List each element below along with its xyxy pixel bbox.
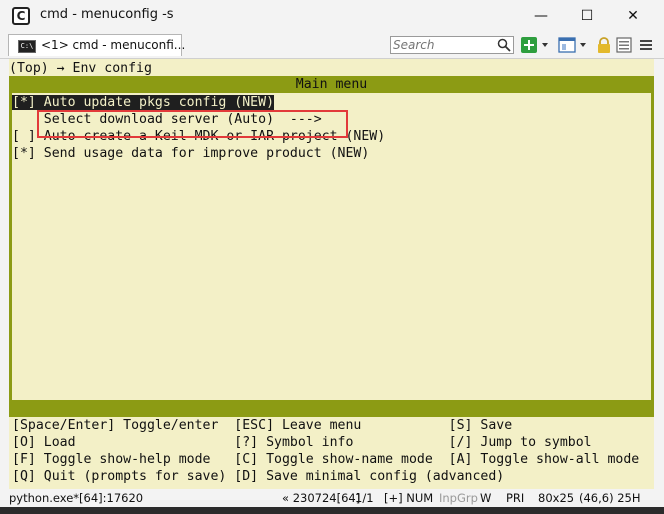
chevron-down-icon[interactable] (540, 36, 550, 54)
chevron-down-icon[interactable] (578, 36, 588, 54)
selected-item-text: [*] Auto update pkgs config (NEW) (12, 95, 275, 110)
menu-item-usage-data[interactable]: [*] Send usage data for improve product … (12, 145, 654, 162)
window-title: cmd - menuconfig -s (40, 7, 174, 22)
status-bar: python.exe*[64]:17620 « 230724[64] 1/1 [… (0, 489, 664, 507)
search-box[interactable] (390, 36, 514, 54)
maximize-button[interactable]: ☐ (564, 0, 610, 32)
tab-label: <1> cmd - menuconfi... (41, 38, 186, 52)
highlight-annotation-box (37, 110, 348, 138)
close-button[interactable]: ✕ (610, 0, 656, 32)
status-process[interactable]: python.exe*[64]:17620 (9, 491, 143, 505)
title-bar: C cmd - menuconfig -s — ☐ ✕ (0, 0, 664, 32)
status-w: W (480, 491, 492, 505)
status-inpgrp: InpGrp (439, 491, 478, 505)
search-input[interactable] (393, 37, 493, 53)
menu-item-auto-update[interactable]: [*] Auto update pkgs config (NEW) (12, 94, 654, 111)
status-pri: PRI (506, 491, 525, 505)
background-window-edge (0, 507, 664, 514)
tab-cmd-menuconfig[interactable]: C:\ <1> cmd - menuconfi... (8, 34, 186, 56)
status-cursor-pos: (46,6) 25H (579, 491, 641, 505)
status-page: 1/1 (355, 491, 374, 505)
lock-icon[interactable] (595, 36, 613, 54)
minimize-button[interactable]: — (518, 0, 564, 32)
split-view-icon[interactable] (558, 36, 576, 54)
console-icon: C:\ (18, 40, 36, 53)
conemu-app-icon[interactable]: C (12, 7, 30, 25)
help-line-4: [Q] Quit (prompts for save) [D] Save min… (12, 469, 505, 484)
tab-toolbar: C:\ <1> cmd - menuconfi... (0, 32, 664, 59)
status-size: 80x25 (538, 491, 575, 505)
search-icon[interactable] (497, 38, 511, 52)
settings-panel-icon[interactable] (615, 36, 633, 54)
new-console-icon[interactable] (520, 36, 538, 54)
terminal-area[interactable]: (Top) → Env config Main menu [*] Auto up… (9, 59, 654, 489)
status-build: « 230724[64] (282, 491, 361, 505)
menu-title: Main menu (9, 76, 654, 93)
status-num: [+] NUM (384, 491, 434, 505)
console-window: C cmd - menuconfig -s — ☐ ✕ C:\ <1> cmd … (0, 0, 664, 514)
menu-icon[interactable] (637, 36, 655, 54)
help-line-1: [Space/Enter] Toggle/enter [ESC] Leave m… (12, 418, 513, 433)
help-divider-bar (9, 400, 654, 417)
help-line-3: [F] Toggle show-help mode [C] Toggle sho… (12, 452, 640, 467)
breadcrumb: (Top) → Env config (9, 61, 152, 76)
help-line-2: [O] Load [?] Symbol info [/] Jump to sym… (12, 435, 592, 450)
